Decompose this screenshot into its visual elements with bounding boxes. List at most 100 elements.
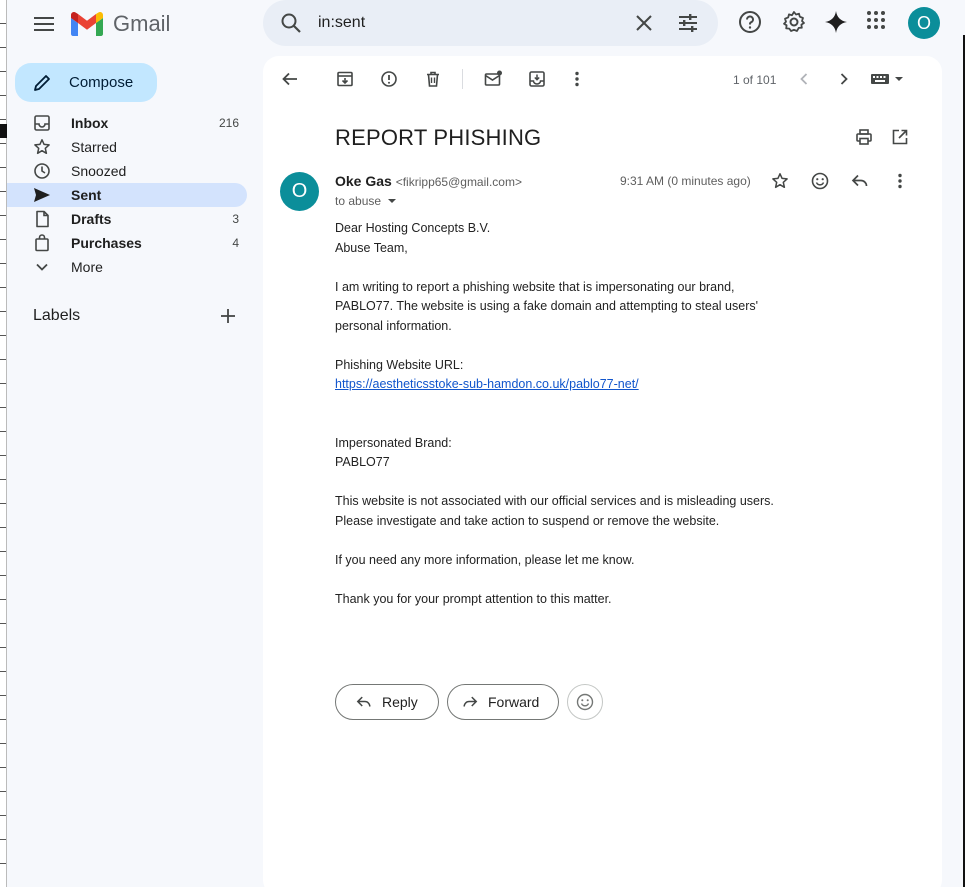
keyboard-icon xyxy=(871,74,903,84)
chevron-right-icon xyxy=(840,73,848,85)
print-icon xyxy=(856,129,872,145)
body-paragraph: I am writing to report a phishing websit… xyxy=(335,279,758,333)
reply-label: Reply xyxy=(382,694,418,710)
more-vert-icon xyxy=(898,173,902,189)
chevron-left-icon xyxy=(800,73,808,85)
draft-file-icon xyxy=(36,210,49,228)
toolbar-divider xyxy=(462,69,463,89)
compose-button[interactable]: Compose xyxy=(15,63,157,102)
forward-icon xyxy=(463,696,478,707)
labels-header: Labels xyxy=(33,307,81,324)
print-button[interactable] xyxy=(854,127,874,147)
input-tools-button[interactable] xyxy=(870,69,906,89)
compose-label: Compose xyxy=(69,74,134,91)
newer-button[interactable] xyxy=(794,69,814,89)
emoji-reaction-button[interactable] xyxy=(567,684,603,720)
mark-unread-button[interactable] xyxy=(483,69,503,89)
search-options-icon[interactable] xyxy=(677,12,699,34)
sidebar-item-label: Sent xyxy=(71,187,102,203)
archive-icon xyxy=(337,71,353,87)
body-closing: Thank you for your prompt attention to t… xyxy=(335,591,612,606)
sidebar-item-label: Snoozed xyxy=(71,163,127,179)
trash-icon xyxy=(427,71,439,87)
message-more-button[interactable] xyxy=(890,171,910,191)
forward-label: Forward xyxy=(488,694,540,710)
sidebar-item-label: Drafts xyxy=(71,211,112,227)
caret-down-icon[interactable] xyxy=(387,197,397,205)
sidebar-item-label: Inbox xyxy=(71,115,109,131)
recipient-text: to abuse xyxy=(335,194,382,208)
purchases-count: 4 xyxy=(232,236,239,250)
add-reaction-button[interactable] xyxy=(810,171,830,191)
move-to-button[interactable] xyxy=(527,69,547,89)
reply-action-button[interactable]: Reply xyxy=(335,684,439,720)
close-icon[interactable] xyxy=(633,12,655,34)
sender-name[interactable]: Oke Gas xyxy=(335,173,392,189)
inbox-icon xyxy=(34,115,50,131)
account-avatar[interactable]: O xyxy=(908,7,940,39)
older-button[interactable] xyxy=(834,69,854,89)
emoji-icon xyxy=(576,693,594,711)
sidebar-item-snoozed[interactable]: Snoozed xyxy=(7,159,247,183)
body-paragraph: If you need any more information, please… xyxy=(335,552,635,567)
sender-avatar[interactable]: O xyxy=(280,172,319,211)
emoji-icon xyxy=(811,172,829,190)
top-bar: Gmail in:sent O xyxy=(7,0,963,48)
apps-grid-icon[interactable] xyxy=(866,10,886,30)
forward-action-button[interactable]: Forward xyxy=(447,684,559,720)
sidebar-item-label: More xyxy=(71,259,103,275)
sidebar-item-purchases[interactable]: Purchases 4 xyxy=(7,231,247,255)
sidebar-item-inbox[interactable]: Inbox 216 xyxy=(7,111,247,135)
star-icon xyxy=(34,139,50,155)
search-input[interactable]: in:sent xyxy=(318,14,365,32)
recipient-line[interactable]: to abuse xyxy=(335,194,397,208)
arrow-left-icon xyxy=(282,72,297,86)
background-window-edge xyxy=(0,0,7,887)
sidebar-item-sent[interactable]: Sent xyxy=(7,183,247,207)
report-spam-button[interactable] xyxy=(379,69,399,89)
body-paragraph: This website is not associated with our … xyxy=(335,494,774,528)
sparkle-icon[interactable] xyxy=(824,10,848,34)
pager-text: 1 of 101 xyxy=(733,73,777,87)
back-button[interactable] xyxy=(280,69,300,89)
gmail-logo[interactable]: Gmail xyxy=(71,10,170,38)
phishing-url-link[interactable]: https://aestheticsstoke-sub-hamdon.co.uk… xyxy=(335,377,639,391)
sidebar-item-more[interactable]: More xyxy=(7,255,247,279)
drafts-count: 3 xyxy=(232,212,239,226)
pencil-icon xyxy=(34,74,50,91)
app-name: Gmail xyxy=(113,11,171,36)
sidebar-item-drafts[interactable]: Drafts 3 xyxy=(7,207,247,231)
sidebar-item-label: Purchases xyxy=(71,235,142,251)
send-icon xyxy=(34,188,50,202)
email-subject: REPORT PHISHING xyxy=(335,125,542,150)
gear-icon[interactable] xyxy=(782,10,806,34)
reply-icon xyxy=(851,174,868,187)
sidebar-item-starred[interactable]: Starred xyxy=(7,135,247,159)
sender-line: Oke Gas <fikripp65@gmail.com> xyxy=(335,173,522,189)
open-new-window-button[interactable] xyxy=(890,127,910,147)
email-body: Dear Hosting Concepts B.V. Abuse Team, I… xyxy=(335,219,775,629)
inbox-count: 216 xyxy=(218,116,239,130)
spam-icon xyxy=(381,71,397,87)
brand-label: Impersonated Brand: xyxy=(335,435,452,450)
body-greeting-team: Abuse Team, xyxy=(335,240,408,255)
clock-icon xyxy=(34,163,50,179)
message-time: 9:31 AM (0 minutes ago) xyxy=(620,174,751,188)
main-menu-button[interactable] xyxy=(29,9,59,39)
search-bar[interactable]: in:sent xyxy=(263,0,718,46)
star-message-button[interactable] xyxy=(770,171,790,191)
more-actions-button[interactable] xyxy=(567,69,587,89)
plus-icon[interactable] xyxy=(219,307,237,325)
sender-email: <fikripp65@gmail.com> xyxy=(395,175,522,189)
reply-icon xyxy=(356,696,371,707)
sidebar-nav: Inbox 216 Starred Snoozed Sent Drafts 3 … xyxy=(7,111,247,279)
brand-value: PABLO77 xyxy=(335,455,390,469)
shopping-bag-icon xyxy=(35,234,49,252)
reply-button[interactable] xyxy=(850,171,870,191)
hamburger-icon xyxy=(34,17,54,31)
sidebar-item-label: Starred xyxy=(71,139,117,155)
archive-button[interactable] xyxy=(335,69,355,89)
delete-button[interactable] xyxy=(423,69,443,89)
search-icon[interactable] xyxy=(279,11,303,35)
help-icon[interactable] xyxy=(738,10,762,34)
